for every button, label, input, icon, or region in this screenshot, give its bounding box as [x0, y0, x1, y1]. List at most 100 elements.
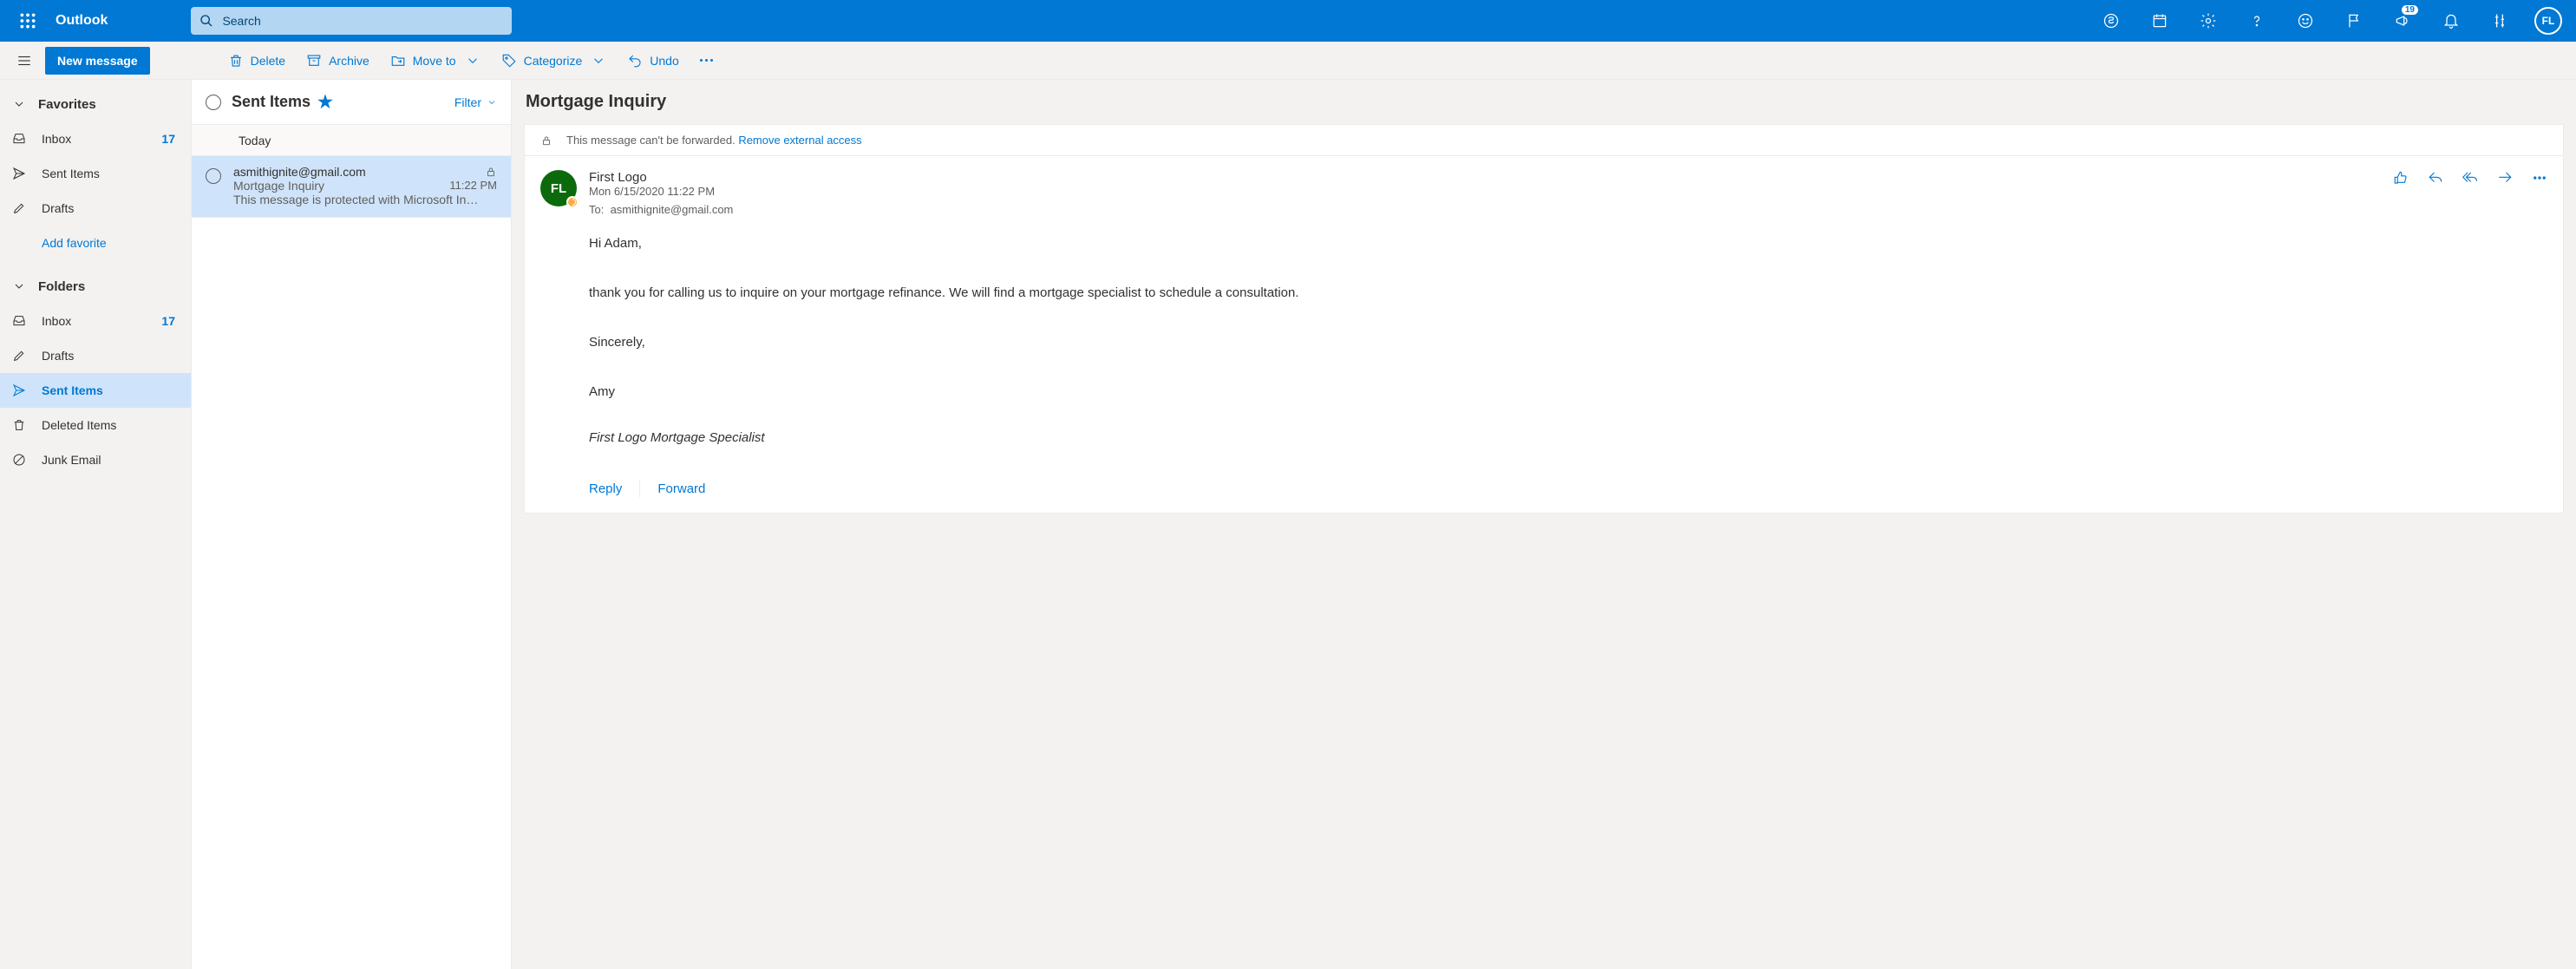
favorites-label: Favorites	[38, 97, 96, 112]
list-title: Sent Items	[232, 93, 311, 111]
nav-item-label: Deleted Items	[42, 418, 116, 432]
nav-junk[interactable]: Junk Email	[0, 442, 191, 477]
folders-header[interactable]: Folders	[0, 269, 191, 304]
delete-button[interactable]: Delete	[219, 45, 294, 76]
forward-arrow-icon[interactable]	[2497, 170, 2513, 186]
reply-all-icon[interactable]	[2462, 170, 2478, 186]
chevron-down-icon	[465, 53, 481, 69]
search-input[interactable]	[213, 14, 503, 28]
inbox-icon	[12, 314, 26, 328]
new-message-button[interactable]: New message	[45, 47, 150, 75]
remove-access-link[interactable]: Remove external access	[738, 134, 861, 147]
block-icon	[12, 453, 26, 467]
trash-icon	[228, 53, 244, 69]
notif-badge: 19	[2402, 5, 2418, 15]
lock-icon	[540, 134, 552, 147]
presence-away-icon	[566, 196, 579, 208]
archive-button[interactable]: Archive	[297, 45, 378, 76]
categorize-label: Categorize	[524, 54, 583, 68]
message-subject: Mortgage Inquiry	[233, 179, 449, 193]
like-icon[interactable]	[2393, 170, 2409, 186]
to-value: asmithignite@gmail.com	[611, 203, 734, 216]
message-item[interactable]: asmithignite@gmail.com Mortgage Inquiry …	[192, 156, 511, 218]
emoji-icon[interactable]	[2285, 0, 2326, 42]
pencil-icon	[12, 349, 26, 363]
separator	[639, 480, 640, 497]
search-box[interactable]	[191, 7, 512, 35]
chevron-down-icon	[487, 97, 497, 108]
archive-label: Archive	[329, 54, 369, 68]
nav-fav-drafts[interactable]: Drafts	[0, 191, 191, 226]
calendar-icon[interactable]	[2139, 0, 2180, 42]
filter-button[interactable]: Filter	[454, 95, 497, 109]
announcements-icon[interactable]: 19	[2382, 0, 2423, 42]
select-all-toggle[interactable]	[206, 95, 221, 110]
nav-fav-inbox[interactable]: Inbox 17	[0, 121, 191, 156]
tools-icon[interactable]	[2479, 0, 2520, 42]
app-name[interactable]: Outlook	[56, 13, 114, 29]
lock-icon	[485, 166, 497, 178]
message-recipient: asmithignite@gmail.com	[233, 165, 485, 179]
sender-avatar-icon[interactable]: FL	[540, 170, 577, 206]
inbox-icon	[12, 132, 26, 146]
nav-drafts[interactable]: Drafts	[0, 338, 191, 373]
reply-icon[interactable]	[2428, 170, 2443, 186]
folder-nav: Favorites Inbox 17 Sent Items Drafts Add…	[0, 80, 191, 969]
skype-icon[interactable]	[2090, 0, 2132, 42]
undo-label: Undo	[650, 54, 678, 68]
add-favorite-link[interactable]: Add favorite	[0, 226, 191, 260]
info-bar: This message can't be forwarded. Remove …	[525, 125, 2563, 156]
tag-icon	[501, 53, 517, 69]
sent-date: Mon 6/15/2020 11:22 PM	[589, 185, 2381, 198]
bell-icon[interactable]	[2430, 0, 2472, 42]
unread-count: 17	[161, 314, 179, 328]
folder-move-icon	[390, 53, 406, 69]
nav-sent-items[interactable]: Sent Items	[0, 373, 191, 408]
favorite-star-icon[interactable]: ★	[317, 91, 333, 113]
account-button[interactable]: FL	[2527, 0, 2569, 42]
archive-icon	[306, 53, 322, 69]
chevron-down-icon	[591, 53, 606, 69]
body-greeting: Hi Adam,	[589, 232, 2547, 257]
list-header: Sent Items ★ Filter	[192, 80, 511, 125]
more-actions-icon[interactable]	[2532, 170, 2547, 186]
nav-inbox[interactable]: Inbox 17	[0, 304, 191, 338]
trash-icon	[12, 418, 26, 432]
move-to-label: Move to	[413, 54, 456, 68]
nav-item-label: Sent Items	[42, 383, 103, 397]
settings-icon[interactable]	[2187, 0, 2229, 42]
date-group-header: Today	[192, 125, 511, 156]
message-preview: This message is protected with Microsoft…	[233, 193, 497, 206]
nav-item-label: Inbox	[42, 132, 71, 146]
body-paragraph: thank you for calling us to inquire on y…	[589, 281, 2547, 306]
reading-pane: Mortgage Inquiry This message can't be f…	[512, 80, 2576, 969]
search-icon	[199, 14, 213, 28]
nav-toggle-icon[interactable]	[7, 43, 42, 78]
undo-button[interactable]: Undo	[618, 45, 687, 76]
help-icon[interactable]	[2236, 0, 2278, 42]
chevron-down-icon	[12, 97, 26, 111]
message-body: Hi Adam, thank you for calling us to inq…	[525, 223, 2563, 468]
folders-label: Folders	[38, 279, 85, 294]
app-launcher-icon[interactable]	[7, 0, 49, 42]
pencil-icon	[12, 201, 26, 215]
reading-subject: Mortgage Inquiry	[524, 80, 2564, 124]
more-commands-icon[interactable]	[691, 59, 722, 62]
command-bar: New message Delete Archive Move to Categ…	[0, 42, 2576, 80]
nav-item-label: Inbox	[42, 314, 71, 328]
delete-label: Delete	[251, 54, 285, 68]
flag-icon[interactable]	[2333, 0, 2375, 42]
move-to-button[interactable]: Move to	[382, 45, 489, 76]
nav-item-label: Sent Items	[42, 167, 100, 180]
to-label: To:	[589, 203, 604, 216]
message-list: Sent Items ★ Filter Today asmithignite@g…	[191, 80, 512, 969]
categorize-button[interactable]: Categorize	[493, 45, 616, 76]
select-checkbox[interactable]	[206, 168, 221, 184]
send-icon	[12, 167, 26, 180]
nav-fav-sent[interactable]: Sent Items	[0, 156, 191, 191]
forward-button[interactable]: Forward	[657, 481, 705, 496]
sender-name: First Logo	[589, 170, 2381, 185]
favorites-header[interactable]: Favorites	[0, 87, 191, 121]
reply-button[interactable]: Reply	[589, 481, 622, 496]
nav-deleted[interactable]: Deleted Items	[0, 408, 191, 442]
